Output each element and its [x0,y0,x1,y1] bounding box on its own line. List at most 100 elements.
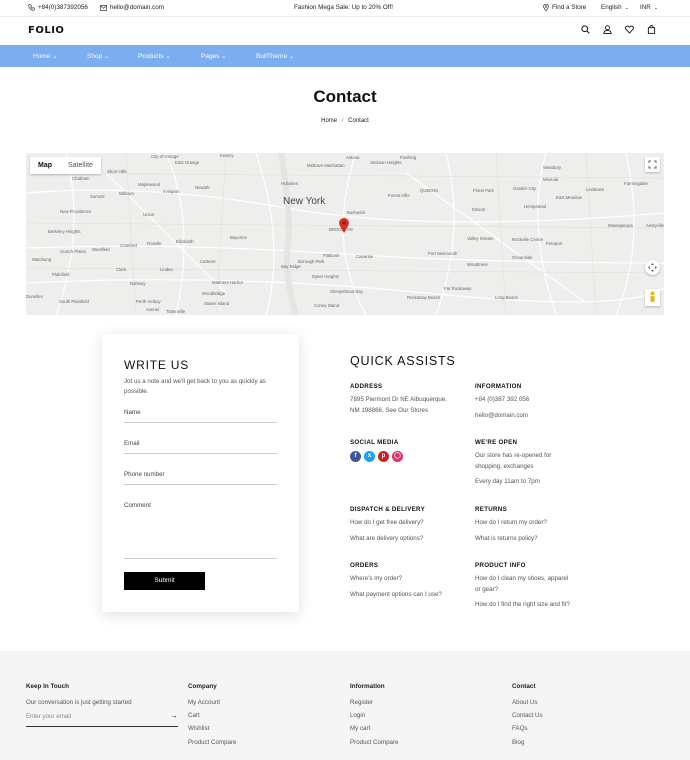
logo[interactable]: FOLIO [28,25,64,36]
map-place-label: BROOKLYN [329,227,353,232]
footer-link[interactable]: Login [350,712,399,719]
pegman-icon[interactable] [645,289,660,306]
footer-link[interactable]: About Us [512,699,543,706]
nav-item-products[interactable]: Products ⌄ [138,52,171,60]
footer-link[interactable]: FAQs [512,725,543,732]
name-field[interactable]: Name [124,409,277,423]
orders-block: ORDERS Where's my order? What payment op… [350,560,442,600]
orders-link[interactable]: What payment options can I use? [350,589,442,600]
map-city-label: New York [283,196,326,207]
map-place-label: Oceanside [512,255,533,260]
info-phone[interactable]: +84 (0)387 392 056 [475,394,529,405]
user-icon[interactable] [603,25,612,34]
map-place-label: East Orange [175,160,200,165]
phone-link[interactable]: +84(0)387392056 [28,4,88,11]
map-place-label: Garden City [513,186,537,191]
phone-field[interactable]: Phone number [124,471,277,485]
map-place-label: Woodbridge [202,291,226,296]
social-heading: SOCIAL MEDIA [350,439,399,446]
product-info-link[interactable]: How do I find the right size and fit? [475,599,570,610]
map-place-label: Scotch Plains [60,249,86,254]
returns-link[interactable]: What is returns policy? [475,533,547,544]
map-place-label: Elizabeth [176,239,194,244]
open-text: shopping, exchanges [475,463,534,470]
product-info-link[interactable]: or gear? [475,584,570,595]
map-place-label: Newark [195,185,210,190]
map-canvas[interactable]: Newark Elizabeth Bayonne BROOKLYN QUEENS Hobo… [26,153,664,315]
promo-label: Fashion Mega Sale: Up to 20% Off! [294,4,393,11]
footer-link[interactable]: Cart [188,712,237,719]
map-place-label: Clark [116,267,127,272]
footer-link[interactable]: Product Compare [188,739,237,746]
map-pan-icon[interactable] [645,260,660,275]
product-info-link[interactable]: How do I clean my shoes, apparel [475,573,570,584]
nav-item-shop[interactable]: Shop ⌄ [87,52,109,60]
map-place-label: Maplewood [138,182,161,187]
map-place-label: Elmont [472,207,486,212]
info-email[interactable]: hello@domain.com [475,410,529,421]
fullscreen-icon[interactable] [645,157,660,172]
map-place-label: Midtown Manhattan [307,163,345,168]
map-tab-map[interactable]: Map [30,162,60,169]
footer-link[interactable]: Contact Us [512,712,543,719]
promo-text: Fashion Mega Sale: Up to 20% Off! [294,4,393,11]
returns-link[interactable]: How do I return my order? [475,517,547,528]
map-place-label: Farmingdale [624,181,648,186]
map-place-label: Coney Island [314,303,340,308]
footer-link[interactable]: Register [350,699,399,706]
language-select[interactable]: English ⌄ [601,4,629,11]
instagram-icon[interactable]: ◯ [392,451,403,462]
arrow-right-icon[interactable]: → [170,711,178,720]
comment-field[interactable]: Comment [124,502,277,559]
footer-link[interactable]: Blog [512,739,543,746]
page-title: Contact [313,87,377,106]
search-icon[interactable] [581,25,590,34]
open-hours: Every day 11am to 7pm [475,478,540,485]
map-place-label: New Providence [60,209,92,214]
footer-link[interactable]: Product Compare [350,739,399,746]
map-place-label: Tottenville [166,309,186,314]
orders-link[interactable]: Where's my order? [350,573,442,584]
footer-contact: Contact About Us Contact Us FAQs Blog [512,683,543,752]
footer: Keep In Touch Our conversation is just g… [0,651,690,760]
form-title: WRITE US [124,358,190,372]
email-field[interactable]: Email [124,440,277,454]
footer-link[interactable]: My Account [188,699,237,706]
map-tab-satellite[interactable]: Satellite [60,162,101,169]
facebook-icon[interactable]: f [350,451,361,462]
footer-link[interactable]: My cart [350,725,399,732]
currency-select[interactable]: INR ⌄ [640,4,658,11]
nav-label: BullTheme [256,53,288,60]
address-line[interactable]: NM 198866, See Our Stores [350,405,447,416]
newsletter-email-input[interactable]: Enter your email → [26,711,178,727]
map-place-label: Bay Ridge [281,264,301,269]
find-store-link[interactable]: Find a Store [543,4,586,11]
breadcrumb-home[interactable]: Home [321,118,337,124]
map-embed[interactable]: Newark Elizabeth Bayonne BROOKLYN QUEENS Hobo… [26,153,664,315]
map-place-label: Linden [160,267,174,272]
map-place-label: Sheepshead Bay [330,289,364,294]
information-block: INFORMATION +84 (0)387 392 056 hello@dom… [475,381,529,421]
submit-button[interactable]: Submit [124,572,205,590]
nav-label: Home [33,53,51,60]
nav-item-home[interactable]: Home ⌄ [33,52,58,60]
map-place-label: Hoboken [281,181,299,186]
map-place-label: QUEENS [420,188,438,193]
nav-item-bulltheme[interactable]: BullTheme ⌄ [256,52,294,60]
twitter-icon[interactable]: x [364,451,375,462]
dispatch-link[interactable]: How do I get free delivery? [350,517,425,528]
email-link[interactable]: hello@domain.com [100,4,164,11]
cart-icon[interactable] [647,25,656,34]
map-place-label: Astoria [346,155,360,160]
map-place-label: Canarsie [356,254,374,259]
pinterest-icon[interactable]: p [378,451,389,462]
main-nav: Home ⌄ Shop ⌄ Products ⌄ Pages ⌄ BullThe… [0,45,690,67]
map-place-label: Perth Amboy [136,299,161,304]
heart-icon[interactable] [625,25,634,34]
map-place-label: Dyker Heights [312,274,339,279]
map-place-label: Watchung [32,257,52,262]
footer-link[interactable]: Wishlist [188,725,237,732]
dispatch-link[interactable]: What are delivery options? [350,533,425,544]
nav-item-pages[interactable]: Pages ⌄ [201,52,227,60]
form-subtitle: Jot us a note and we'll get back to you … [124,378,266,395]
